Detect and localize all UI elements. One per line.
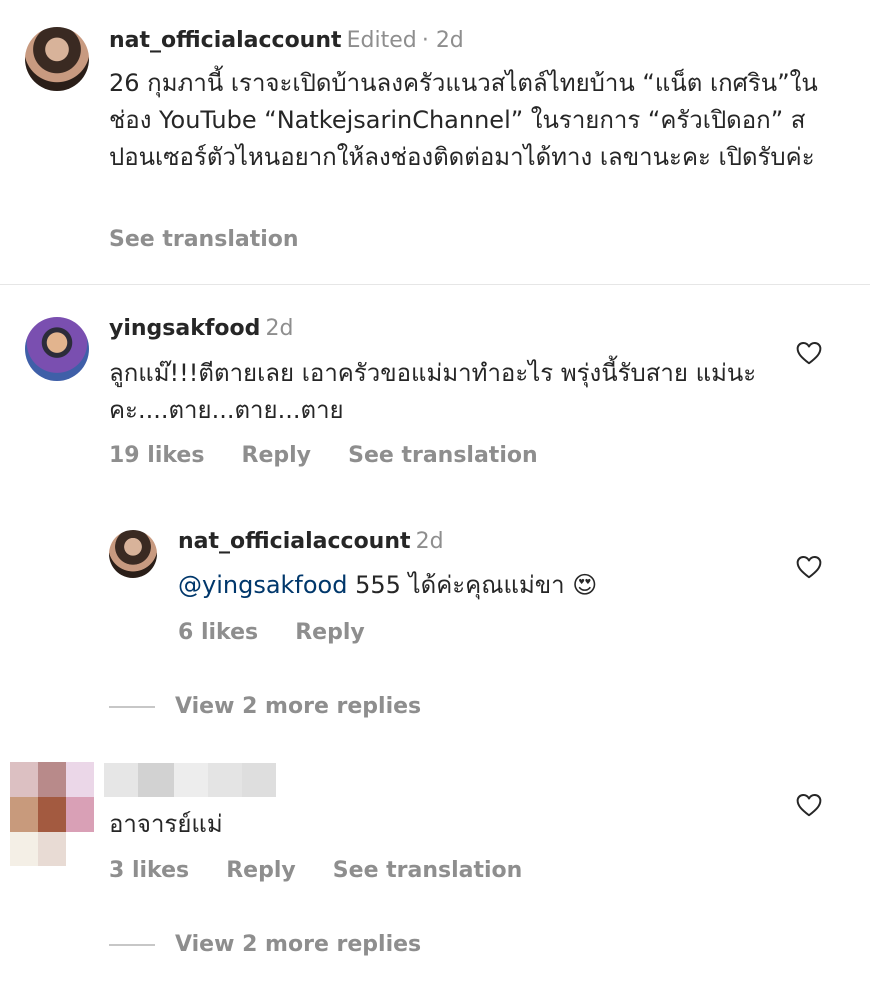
- see-translation-link[interactable]: See translation: [333, 858, 523, 883]
- username[interactable]: nat_officialaccount: [109, 28, 342, 53]
- comment-actions: 6 likes Reply: [178, 620, 365, 645]
- comment-actions: 3 likes Reply See translation: [109, 858, 522, 883]
- username-blurred[interactable]: [104, 763, 276, 797]
- username[interactable]: yingsakfood: [109, 316, 260, 341]
- mention-link[interactable]: @yingsakfood: [178, 571, 347, 599]
- comment-text: 26 กุมภานี้ เราจะเปิดบ้านลงครัวแนวสไตล์ไ…: [109, 69, 818, 171]
- edited-label: Edited: [346, 28, 417, 53]
- username[interactable]: nat_officialaccount: [178, 529, 411, 554]
- reply-button[interactable]: Reply: [242, 443, 312, 468]
- heart-outline-icon[interactable]: [796, 555, 822, 579]
- comment-text: @yingsakfood 555 ได้ค่ะคุณแม่ขา 😍: [178, 567, 758, 604]
- heart-eyes-emoji: 😍: [572, 571, 598, 599]
- likes-count[interactable]: 3 likes: [109, 858, 189, 883]
- comment-header: yingsakfood 2d: [109, 316, 293, 341]
- timestamp: · 2d: [421, 28, 464, 53]
- heart-outline-icon[interactable]: [796, 341, 822, 365]
- divider-line: [109, 705, 155, 708]
- reply-button[interactable]: Reply: [295, 620, 365, 645]
- view-more-replies-button[interactable]: View 2 more replies: [109, 932, 421, 957]
- comment-actions: 19 likes Reply See translation: [109, 443, 538, 468]
- comment-header: nat_officialaccount Edited · 2d: [109, 28, 464, 53]
- view-more-replies-button[interactable]: View 2 more replies: [109, 694, 421, 719]
- see-translation-link[interactable]: See translation: [348, 443, 538, 468]
- avatar-blurred[interactable]: [10, 762, 94, 866]
- caption-divider: [0, 284, 870, 285]
- timestamp: 2d: [415, 529, 444, 554]
- comment-text: ลูกแม๊!!!ตีตายเลย เอาครัวขอแม่มาทำอะไร พ…: [109, 359, 757, 424]
- comment-text: อาจารย์แม่: [109, 810, 223, 838]
- likes-count[interactable]: 19 likes: [109, 443, 204, 468]
- comment-header: nat_officialaccount 2d: [178, 529, 444, 554]
- reply-button[interactable]: Reply: [226, 858, 296, 883]
- avatar-nat-reply[interactable]: [109, 530, 157, 578]
- view-more-replies-label: View 2 more replies: [175, 694, 422, 719]
- avatar-nat[interactable]: [25, 27, 89, 91]
- see-translation-link[interactable]: See translation: [109, 227, 299, 252]
- divider-line: [109, 943, 155, 946]
- reply-text: 555 ได้ค่ะคุณแม่ขา: [347, 571, 565, 599]
- heart-outline-icon[interactable]: [796, 793, 822, 817]
- timestamp: 2d: [265, 316, 294, 341]
- likes-count[interactable]: 6 likes: [178, 620, 258, 645]
- view-more-replies-label: View 2 more replies: [175, 932, 422, 957]
- avatar-yingsakfood[interactable]: [25, 317, 89, 381]
